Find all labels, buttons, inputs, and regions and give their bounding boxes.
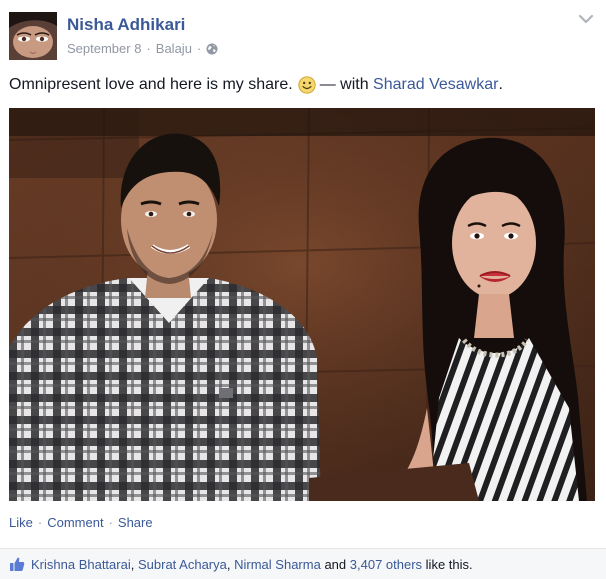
likes-summary: Krishna Bhattarai , Subrat Acharya , Nir… — [9, 556, 473, 572]
liker-link-2[interactable]: Subrat Acharya — [138, 557, 227, 572]
like-link[interactable]: Like — [9, 515, 33, 530]
thumbs-up-icon — [9, 556, 25, 572]
meta-separator: · — [146, 41, 151, 56]
with-text: — with — [319, 76, 369, 93]
globe-icon[interactable] — [206, 43, 218, 55]
author-name[interactable]: Nisha Adhikari — [67, 15, 185, 35]
post-caption: Omnipresent love and here is my share. —… — [9, 76, 503, 94]
comment-link[interactable]: Comment — [47, 515, 103, 530]
author-avatar[interactable] — [9, 12, 57, 60]
likes-others-link[interactable]: 3,407 others — [350, 557, 422, 572]
likes-bar: Krishna Bhattarai , Subrat Acharya , Nir… — [0, 548, 606, 579]
post-photo[interactable] — [9, 108, 595, 501]
action-separator: · — [108, 515, 113, 530]
post-meta: September 8 · Balaju · — [67, 41, 218, 56]
tagged-person-link[interactable]: Sharad Vesawkar — [373, 76, 498, 94]
liker-link-3[interactable]: Nirmal Sharma — [234, 557, 321, 572]
post-location[interactable]: Balaju — [156, 41, 192, 56]
likes-suffix: like this. — [425, 556, 473, 572]
caption-text: Omnipresent love and here is my share. — [9, 76, 293, 93]
post-date[interactable]: September 8 — [67, 41, 141, 56]
likes-and: and — [324, 556, 347, 572]
chevron-down-icon[interactable] — [578, 12, 594, 24]
smile-emoji-icon — [298, 76, 316, 94]
liker-link-1[interactable]: Krishna Bhattarai — [31, 557, 131, 572]
action-separator: · — [37, 515, 43, 530]
meta-separator: · — [196, 41, 202, 56]
caption-end: . — [498, 76, 503, 93]
share-link[interactable]: Share — [118, 515, 153, 530]
post-actions: Like · Comment · Share — [9, 515, 153, 530]
feed-post: Nisha Adhikari September 8 · Balaju · Om… — [0, 0, 606, 579]
